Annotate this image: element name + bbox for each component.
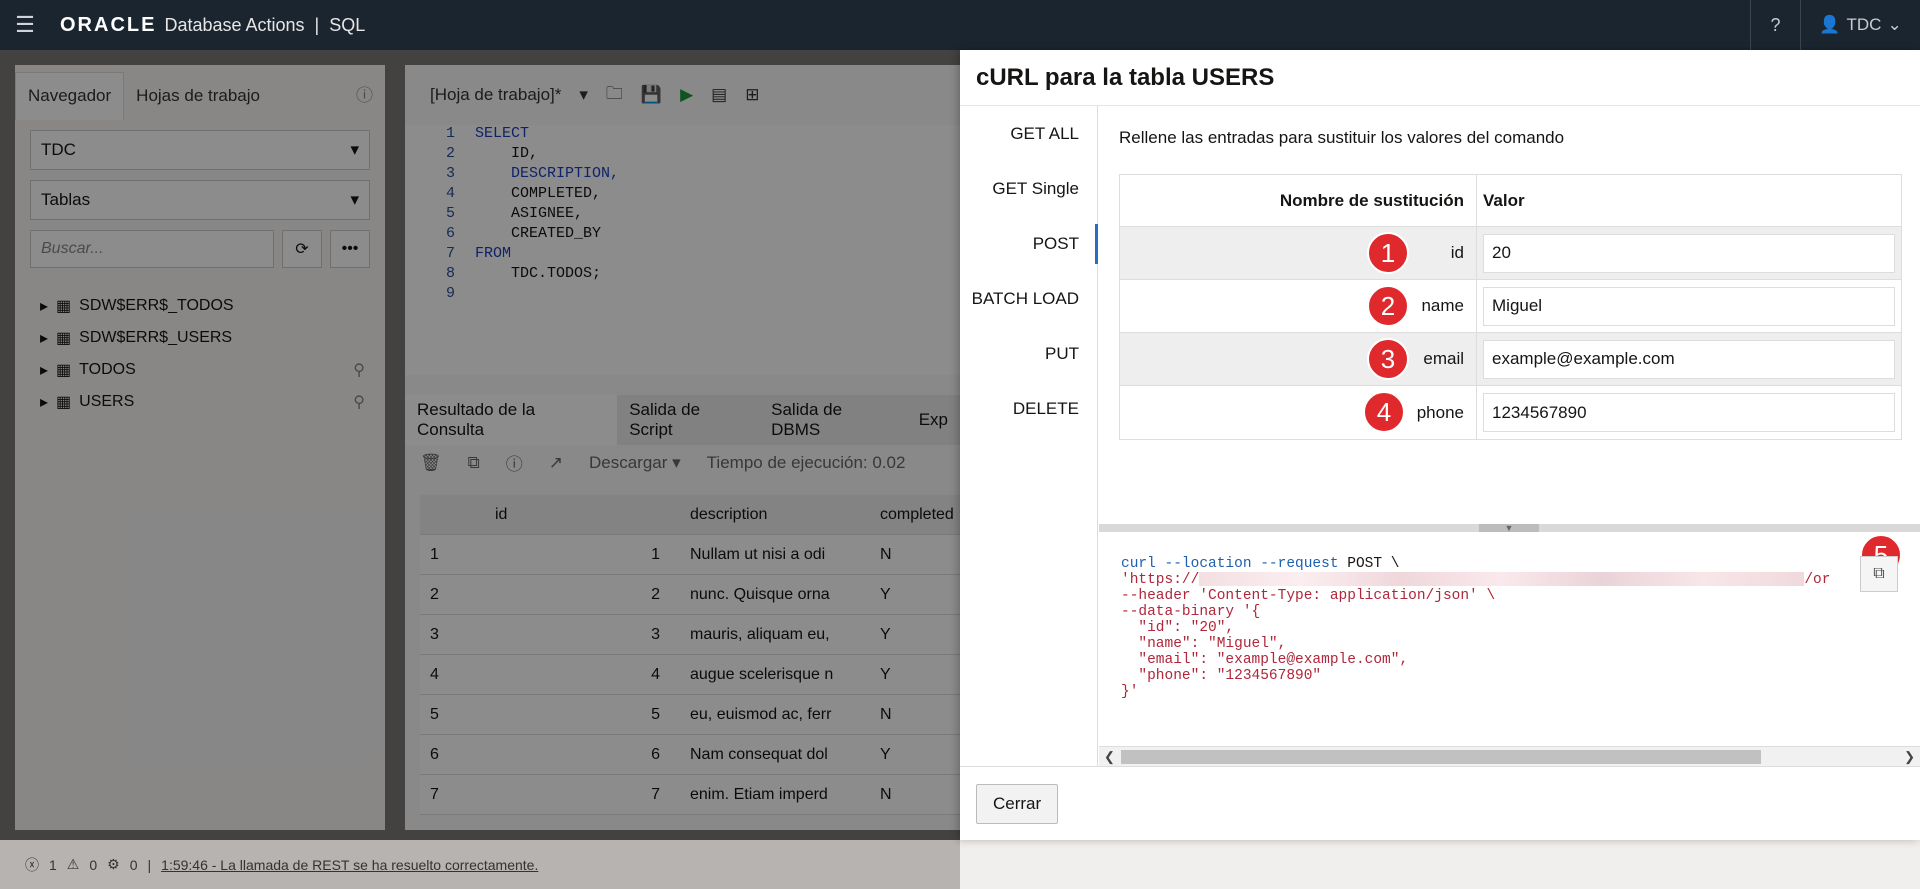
param-name: phone	[1416, 402, 1464, 422]
curl-url-suffix: /or	[1804, 572, 1831, 588]
param-value-cell: 1234567890	[1477, 386, 1901, 439]
top-right-actions: ? 👤 TDC ⌄	[1750, 0, 1920, 50]
scroll-left-icon[interactable]: ❮	[1104, 747, 1115, 767]
modal-backdrop[interactable]	[0, 50, 960, 840]
pane-splitter[interactable]: ▼	[1099, 524, 1920, 533]
redacted-url	[1199, 572, 1805, 587]
callout-badge: 3	[1367, 338, 1409, 380]
param-name-cell: 1 id	[1120, 227, 1477, 279]
warning-count: 0	[89, 856, 98, 873]
param-name-cell: 2 name	[1120, 280, 1477, 332]
curl-body-end: }'	[1121, 684, 1139, 700]
curl-dialog: cURL para la tabla USERS GET ALL GET Sin…	[960, 50, 1920, 840]
scroll-thumb[interactable]	[1121, 750, 1761, 764]
callout-badge: 2	[1367, 285, 1409, 327]
gear-icon[interactable]: ⚙	[107, 856, 120, 873]
scroll-right-icon[interactable]: ❯	[1904, 747, 1915, 767]
instructions-text: Rellene las entradas para sustituir los …	[1119, 128, 1565, 147]
settings-count: 0	[129, 856, 138, 873]
curl-header: --header 'Content-Type: application/json…	[1121, 588, 1496, 604]
param-name: id	[1450, 243, 1464, 262]
id-field[interactable]: 20	[1483, 233, 1895, 273]
curl-cmd: curl --location --request	[1121, 556, 1339, 572]
curl-method: POST \	[1347, 556, 1400, 572]
title-separator: |	[314, 14, 320, 35]
method-list: GET ALL GET Single POST BATCH LOAD PUT D…	[960, 106, 1098, 766]
param-row-phone: 4 phone 1234567890	[1120, 386, 1901, 439]
splitter-handle[interactable]: ▼	[1479, 524, 1539, 533]
param-value-cell: Miguel	[1477, 280, 1901, 332]
app-name: Database Actions	[164, 14, 305, 35]
column-header-name: Nombre de sustitución	[1120, 175, 1477, 226]
curl-data: --data-binary '{	[1121, 604, 1261, 620]
callout-badge: 4	[1363, 391, 1405, 433]
param-value-cell: example@example.com	[1477, 333, 1901, 385]
method-post[interactable]: POST	[960, 216, 1098, 271]
param-row-name: 2 name Miguel	[1120, 280, 1901, 333]
user-menu[interactable]: 👤 TDC ⌄	[1800, 0, 1920, 50]
param-name-cell: 4 phone	[1120, 386, 1477, 439]
phone-field[interactable]: 1234567890	[1483, 393, 1895, 432]
param-row-email: 3 email example@example.com	[1120, 333, 1901, 386]
name-field[interactable]: Miguel	[1483, 286, 1895, 326]
method-get-all[interactable]: GET ALL	[960, 106, 1097, 161]
dialog-footer: Cerrar	[960, 766, 1920, 840]
oracle-logo: ORACLE	[60, 13, 157, 36]
status-bar: ⓧ 1 ⚠ 0 ⚙ 0 | 1:59:46 - La llamada de REST …	[0, 840, 960, 889]
curl-body-line: "id": "20",	[1121, 620, 1235, 636]
curl-url-prefix: 'https://	[1121, 572, 1200, 588]
method-get-single[interactable]: GET Single	[960, 161, 1097, 216]
help-icon[interactable]: ?	[1750, 0, 1800, 50]
method-batch-load[interactable]: BATCH LOAD	[960, 271, 1097, 326]
hamburger-menu-icon[interactable]: ☰	[0, 0, 50, 50]
user-icon: 👤	[1819, 15, 1841, 34]
copy-icon[interactable]: ⧉	[1860, 556, 1898, 592]
method-content: Rellene las entradas para sustituir los …	[1099, 106, 1920, 766]
curl-body-line: "name": "Miguel",	[1121, 636, 1287, 652]
column-header-value: Valor	[1483, 190, 1525, 210]
error-icon[interactable]: ⓧ	[25, 855, 39, 875]
status-message[interactable]: 1:59:46 - La llamada de REST se ha resue…	[161, 857, 538, 873]
param-name: name	[1421, 296, 1464, 315]
method-delete[interactable]: DELETE	[960, 381, 1097, 436]
curl-body-line: "email": "example@example.com",	[1121, 652, 1409, 668]
dialog-title: cURL para la tabla USERS	[960, 50, 1920, 106]
horizontal-scrollbar[interactable]: ❮ ❯	[1099, 746, 1920, 766]
table-header-row: Nombre de sustitución Valor	[1120, 175, 1901, 227]
curl-command: curl --location --request POST \ 'https:…	[1099, 532, 1920, 747]
close-button[interactable]: Cerrar	[976, 783, 1059, 824]
user-name: TDC	[1846, 15, 1882, 34]
error-count: 1	[49, 856, 57, 873]
param-name: email	[1423, 349, 1464, 368]
substitution-table: Nombre de sustitución Valor 1 id 20 2 name…	[1119, 174, 1902, 440]
email-field[interactable]: example@example.com	[1483, 339, 1895, 379]
param-value-cell: 20	[1477, 227, 1901, 279]
status-separator: |	[147, 856, 152, 873]
curl-body-line: "phone": "1234567890"	[1121, 668, 1322, 684]
callout-badge: 1	[1367, 232, 1409, 274]
method-put[interactable]: PUT	[960, 326, 1097, 381]
section-name: SQL	[329, 14, 366, 35]
chevron-down-icon: ⌄	[1887, 15, 1902, 34]
param-row-id: 1 id 20	[1120, 227, 1901, 280]
top-bar: ☰ ORACLE Database Actions | SQL ? 👤 TDC …	[0, 0, 1920, 50]
warning-icon[interactable]: ⚠	[67, 856, 80, 873]
param-name-cell: 3 email	[1120, 333, 1477, 385]
